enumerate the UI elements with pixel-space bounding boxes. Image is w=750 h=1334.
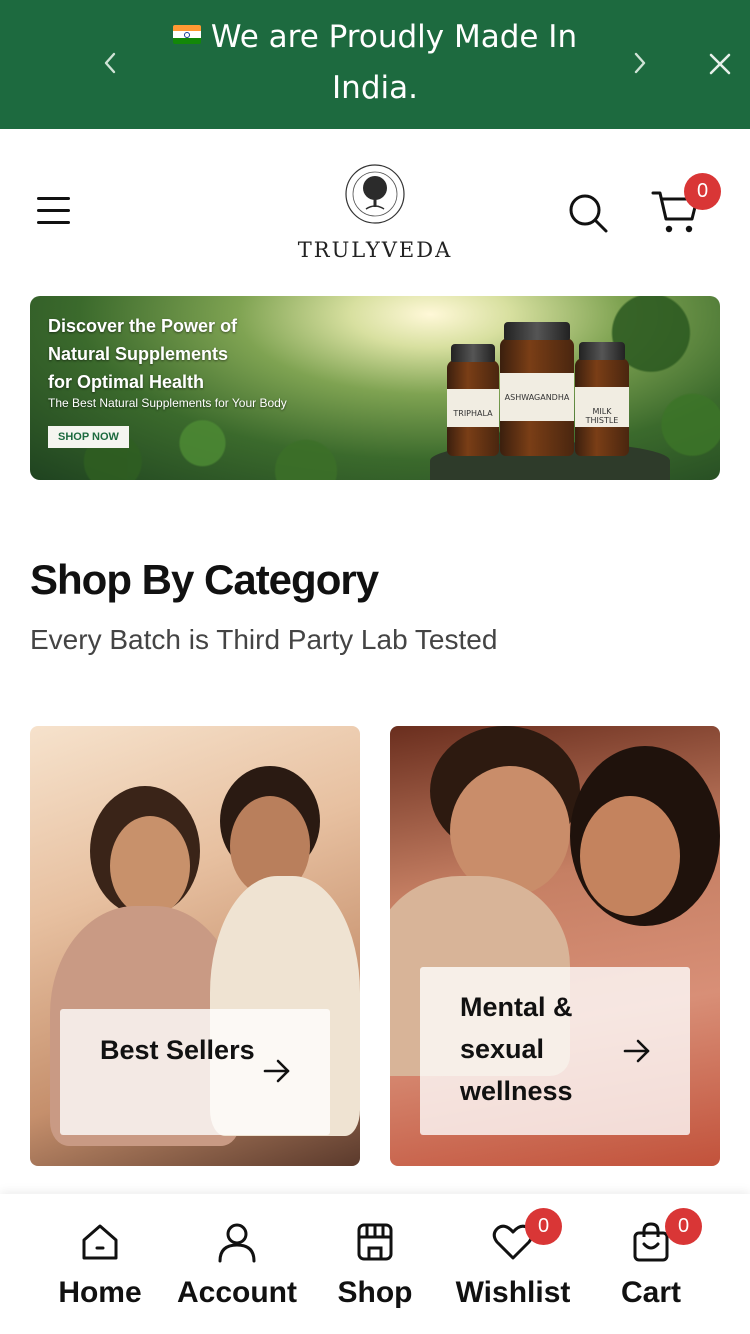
banner-headline-line: Discover the Power of [48,316,238,336]
product-jar: MILK THISTLE [575,342,629,456]
india-flag-icon [172,25,201,44]
tree-emblem-icon [345,164,405,224]
bottom-navigation: Home Account Shop 0 Wishlist 0 Cart [0,1194,750,1334]
product-jar: TRIPHALA [447,344,499,456]
brand-name: TRULYVEDA [297,238,453,262]
category-card-mental-sexual-wellness[interactable]: Mental & sexual wellness [390,726,720,1166]
nav-tab-shop[interactable]: Shop [328,1220,422,1320]
cart-count-badge: 0 [665,1208,702,1245]
nav-tab-label: Account [177,1276,297,1309]
chevron-left-icon[interactable] [96,48,124,78]
arrow-right-icon [623,1039,650,1063]
close-icon[interactable] [704,48,736,80]
shop-now-button[interactable]: SHOP NOW [48,426,129,448]
product-jar: ASHWAGANDHA [500,322,574,456]
category-card-best-sellers[interactable]: Best Sellers [30,726,360,1166]
jar-cap [451,344,495,362]
hamburger-menu-icon[interactable] [34,193,74,229]
store-icon [357,1223,393,1261]
person-face [580,796,680,916]
jar-label: TRIPHALA [447,388,499,428]
banner-subtext: The Best Natural Supplements for Your Bo… [48,396,287,410]
home-icon [82,1224,118,1260]
banner-headline: Discover the Power of Natural Supplement… [48,312,318,396]
jar-label: ASHWAGANDHA [500,373,574,421]
search-icon[interactable] [566,191,610,235]
user-icon [218,1223,256,1263]
banner-headline-line: for Optimal Health [48,372,205,392]
site-header: TRULYVEDA 0 [0,129,750,289]
arrow-right-icon [263,1059,290,1083]
banner-headline-line: Natural Supplements [48,344,229,364]
wishlist-count-badge: 0 [525,1208,562,1245]
nav-tab-wishlist[interactable]: 0 Wishlist [448,1208,578,1320]
jar-cap [579,342,625,360]
section-title: Shop By Category [30,556,379,603]
jar-label: MILK THISTLE [575,387,629,427]
chevron-right-icon[interactable] [626,48,654,78]
category-card-panel: Best Sellers [60,1009,330,1135]
category-label: Best Sellers [100,1035,255,1065]
header-cart-button[interactable]: 0 [650,173,721,237]
cart-count-badge: 0 [684,173,721,210]
nav-tab-home[interactable]: Home [48,1220,152,1320]
nav-tab-cart[interactable]: 0 Cart [610,1208,702,1320]
nav-tab-label: Wishlist [455,1276,571,1309]
promo-banner[interactable]: Discover the Power of Natural Supplement… [30,296,720,480]
nav-tab-label: Shop [337,1276,413,1309]
jar-cap [504,322,570,340]
nav-tab-account[interactable]: Account [168,1220,306,1320]
category-card-panel: Mental & sexual wellness [420,967,690,1135]
announcement-text: We are Proudly Made In India. [210,19,578,106]
nav-tab-label: Home [58,1276,142,1309]
brand-logo[interactable]: TRULYVEDA [290,163,460,263]
person-face [110,816,190,916]
nav-tab-label: Cart [620,1276,681,1309]
announcement-message: We are Proudly Made In India. [150,12,600,114]
announcement-bar: We are Proudly Made In India. [0,0,750,129]
category-label: Mental & sexual wellness [460,992,573,1106]
section-subtitle: Every Batch is Third Party Lab Tested [30,624,498,655]
